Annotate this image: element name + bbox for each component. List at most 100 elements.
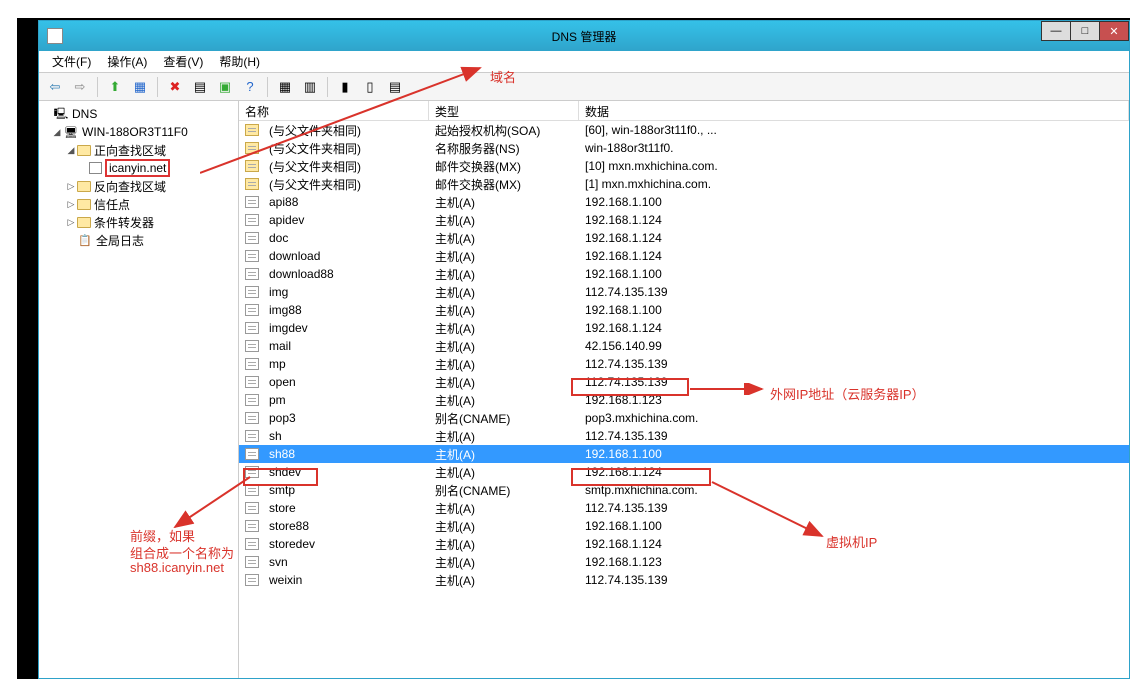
record-row[interactable]: weixin主机(A)112.74.135.139 [239, 571, 1129, 589]
tool-list1[interactable]: ▮ [334, 76, 356, 98]
record-row[interactable]: download88主机(A)192.168.1.100 [239, 265, 1129, 283]
title-bar: DNS 管理器 — □ ✕ [39, 21, 1129, 51]
cell-name: download88 [263, 267, 429, 281]
cell-type: 主机(A) [429, 248, 579, 265]
menu-action[interactable]: 操作(A) [99, 51, 155, 72]
menu-help[interactable]: 帮助(H) [211, 51, 268, 72]
record-row[interactable]: pm主机(A)192.168.1.123 [239, 391, 1129, 409]
tree-pane[interactable]: 🖳DNS ◢🖥WIN-188OR3T11F0 ◢正向查找区域 icanyin.n… [39, 101, 239, 678]
record-row[interactable]: (与父文件夹相同)邮件交换器(MX)[1] mxn.mxhichina.com. [239, 175, 1129, 193]
record-list[interactable]: 名称 类型 数据 (与父文件夹相同)起始授权机构(SOA)[60], win-1… [239, 101, 1129, 678]
tree-conditional-fwd[interactable]: ▷条件转发器 [41, 213, 236, 231]
forward-button[interactable]: ⇨ [69, 76, 91, 98]
record-row[interactable]: sh88主机(A)192.168.1.100 [239, 445, 1129, 463]
cell-type: 主机(A) [429, 518, 579, 535]
record-row[interactable]: doc主机(A)192.168.1.124 [239, 229, 1129, 247]
record-row[interactable]: (与父文件夹相同)邮件交换器(MX)[10] mxn.mxhichina.com… [239, 157, 1129, 175]
cell-name: doc [263, 231, 429, 245]
record-row[interactable]: mp主机(A)112.74.135.139 [239, 355, 1129, 373]
record-row[interactable]: mail主机(A)42.156.140.99 [239, 337, 1129, 355]
delete-button[interactable]: ✖ [164, 76, 186, 98]
tree-global-log[interactable]: 📋全局日志 [41, 231, 236, 249]
col-data[interactable]: 数据 [579, 101, 1129, 120]
back-button[interactable]: ⇦ [44, 76, 66, 98]
log-icon: 📋 [77, 233, 93, 247]
cell-data: 192.168.1.124 [579, 231, 1129, 245]
record-row[interactable]: smtp别名(CNAME)smtp.mxhichina.com. [239, 481, 1129, 499]
cell-name: store [263, 501, 429, 515]
record-row[interactable]: store主机(A)112.74.135.139 [239, 499, 1129, 517]
col-name[interactable]: 名称 [239, 101, 429, 120]
record-icon [245, 520, 259, 532]
tree-zone-icanyin[interactable]: icanyin.net [41, 159, 236, 177]
cell-data: 112.74.135.139 [579, 429, 1129, 443]
record-row[interactable]: sh主机(A)112.74.135.139 [239, 427, 1129, 445]
cell-data: 42.156.140.99 [579, 339, 1129, 353]
cell-type: 主机(A) [429, 266, 579, 283]
folder-icon [77, 199, 91, 210]
record-row[interactable]: img主机(A)112.74.135.139 [239, 283, 1129, 301]
cell-data: 112.74.135.139 [579, 285, 1129, 299]
cell-type: 主机(A) [429, 554, 579, 571]
cell-type: 别名(CNAME) [429, 410, 579, 427]
maximize-button[interactable]: □ [1070, 21, 1100, 41]
app-icon [47, 28, 63, 44]
cell-name: (与父文件夹相同) [263, 122, 429, 139]
cell-data: pop3.mxhichina.com. [579, 411, 1129, 425]
tree-root-dns[interactable]: 🖳DNS [41, 105, 236, 123]
cell-name: (与父文件夹相同) [263, 176, 429, 193]
cell-data: win-188or3t11f0. [579, 141, 1129, 155]
record-row[interactable]: shdev主机(A)192.168.1.124 [239, 463, 1129, 481]
record-row[interactable]: store88主机(A)192.168.1.100 [239, 517, 1129, 535]
cell-data: 192.168.1.100 [579, 447, 1129, 461]
tool-list2[interactable]: ▯ [359, 76, 381, 98]
tool-list3[interactable]: ▤ [384, 76, 406, 98]
record-row[interactable]: (与父文件夹相同)起始授权机构(SOA)[60], win-188or3t11f… [239, 121, 1129, 139]
cell-data: 192.168.1.124 [579, 249, 1129, 263]
record-row[interactable]: open主机(A)112.74.135.139 [239, 373, 1129, 391]
cell-type: 主机(A) [429, 392, 579, 409]
tree-forward-zones[interactable]: ◢正向查找区域 [41, 141, 236, 159]
record-row[interactable]: imgdev主机(A)192.168.1.124 [239, 319, 1129, 337]
record-icon [245, 322, 259, 334]
cell-data: [10] mxn.mxhichina.com. [579, 159, 1129, 173]
tool-extra1[interactable]: ▦ [274, 76, 296, 98]
cell-type: 起始授权机构(SOA) [429, 122, 579, 139]
record-icon [245, 466, 259, 478]
properties-button[interactable]: ▤ [189, 76, 211, 98]
minimize-button[interactable]: — [1041, 21, 1071, 41]
record-row[interactable]: img88主机(A)192.168.1.100 [239, 301, 1129, 319]
tree-trust-points[interactable]: ▷信任点 [41, 195, 236, 213]
cell-data: 192.168.1.100 [579, 303, 1129, 317]
cell-data: 192.168.1.100 [579, 195, 1129, 209]
cell-data: 112.74.135.139 [579, 573, 1129, 587]
record-row[interactable]: api88主机(A)192.168.1.100 [239, 193, 1129, 211]
cell-type: 主机(A) [429, 446, 579, 463]
record-row[interactable]: download主机(A)192.168.1.124 [239, 247, 1129, 265]
cell-type: 主机(A) [429, 374, 579, 391]
record-row[interactable]: apidev主机(A)192.168.1.124 [239, 211, 1129, 229]
record-icon [245, 250, 259, 262]
record-icon [245, 358, 259, 370]
record-icon [245, 502, 259, 514]
col-type[interactable]: 类型 [429, 101, 579, 120]
tool-extra2[interactable]: ▥ [299, 76, 321, 98]
record-row[interactable]: storedev主机(A)192.168.1.124 [239, 535, 1129, 553]
help-button[interactable]: ? [239, 76, 261, 98]
menu-file[interactable]: 文件(F) [44, 51, 99, 72]
cell-name: store88 [263, 519, 429, 533]
cell-data: 112.74.135.139 [579, 375, 1129, 389]
cell-type: 主机(A) [429, 536, 579, 553]
export-button[interactable]: ▣ [214, 76, 236, 98]
tree-reverse-zones[interactable]: ▷反向查找区域 [41, 177, 236, 195]
up-button[interactable]: ⬆ [104, 76, 126, 98]
show-hide-button[interactable]: ▦ [129, 76, 151, 98]
close-button[interactable]: ✕ [1099, 21, 1129, 41]
record-row[interactable]: (与父文件夹相同)名称服务器(NS)win-188or3t11f0. [239, 139, 1129, 157]
record-row[interactable]: svn主机(A)192.168.1.123 [239, 553, 1129, 571]
tree-server[interactable]: ◢🖥WIN-188OR3T11F0 [41, 123, 236, 141]
folder-icon [245, 142, 259, 154]
record-row[interactable]: pop3别名(CNAME)pop3.mxhichina.com. [239, 409, 1129, 427]
menu-view[interactable]: 查看(V) [155, 51, 211, 72]
cell-name: apidev [263, 213, 429, 227]
